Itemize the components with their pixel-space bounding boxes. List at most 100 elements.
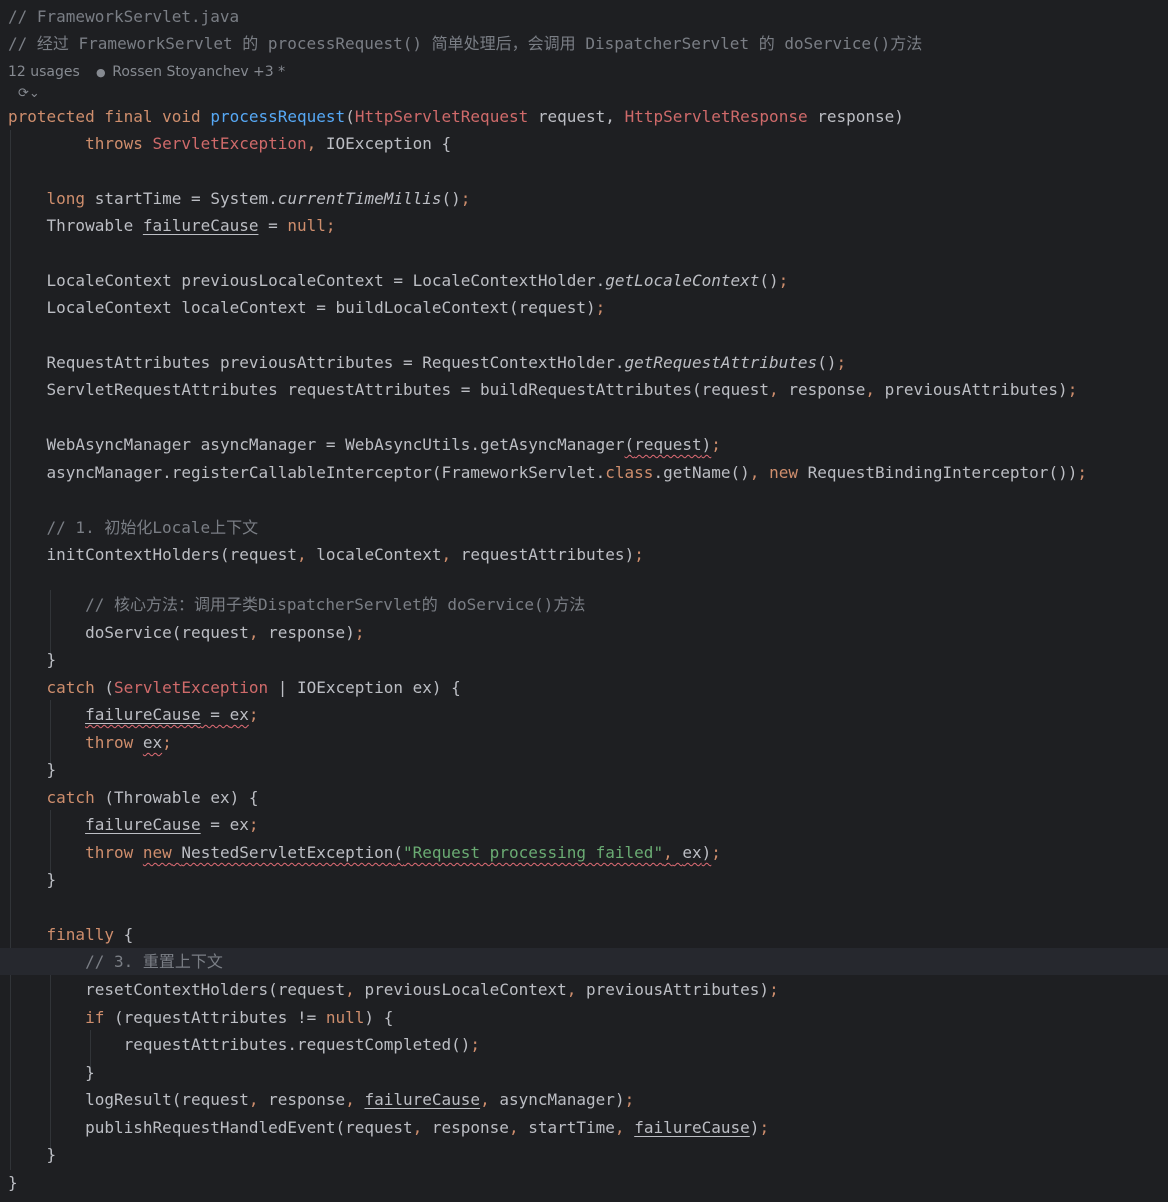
code-line-request-completed[interactable]: requestAttributes.requestCompleted(); xyxy=(8,1031,480,1058)
code-line-locale-context[interactable]: LocaleContext localeContext = buildLocal… xyxy=(8,294,606,321)
code-line-if[interactable]: if (requestAttributes != null) { xyxy=(8,1004,393,1031)
identifier: previousAttributes xyxy=(884,380,1059,399)
identifier: ex xyxy=(412,678,432,697)
identifier: response xyxy=(268,623,346,642)
identifier: failureCause xyxy=(364,1090,481,1109)
code-line-comment-step3[interactable]: // 3. 重置上下文 xyxy=(8,948,223,975)
code-line-catch-servlet[interactable]: catch (ServletException | IOException ex… xyxy=(8,674,461,701)
identifier: startTime xyxy=(94,189,182,208)
identifier: request xyxy=(277,980,346,999)
code-line-assign-failure-1[interactable]: failureCause = ex; xyxy=(8,701,258,728)
code-line-request-attrs[interactable]: ServletRequestAttributes requestAttribut… xyxy=(8,376,1078,403)
code-line-init-holders[interactable]: initContextHolders(request, localeContex… xyxy=(8,541,644,568)
keyword: if xyxy=(85,1008,105,1027)
identifier: failureCause xyxy=(142,216,259,235)
keyword: throw xyxy=(85,733,134,752)
type-name: System xyxy=(210,189,269,208)
type-name: NestedServletException xyxy=(181,843,394,862)
code-line-close-method[interactable]: } xyxy=(8,1169,18,1196)
code-line-comment-step1[interactable]: // 1. 初始化Locale上下文 xyxy=(8,514,259,541)
keyword: protected xyxy=(8,107,95,126)
keyword: null xyxy=(325,1008,365,1027)
usages-link[interactable]: 12 usages xyxy=(8,64,80,80)
method-call: getAsyncManager xyxy=(480,435,625,454)
type-name: RequestBindingInterceptor xyxy=(807,463,1049,482)
code-line-finally[interactable]: finally { xyxy=(8,921,134,948)
identifier: ex xyxy=(142,733,163,752)
identifier: request xyxy=(701,380,770,399)
type-name: FrameworkServlet xyxy=(441,463,596,482)
identifier: localeContext xyxy=(316,545,442,564)
type-name: ServletException xyxy=(152,134,307,153)
code-line-2[interactable]: // 经过 FrameworkServlet 的 processRequest(… xyxy=(8,30,922,57)
keyword: throw xyxy=(85,843,134,862)
code-line-failure-cause[interactable]: Throwable failureCause = null; xyxy=(8,212,336,239)
keyword: final xyxy=(104,107,153,126)
identifier: ex xyxy=(682,843,702,862)
code-vision-hints: 12 usages ● Rossen Stoyanchev +3 * xyxy=(8,61,285,83)
code-line-prev-attrs[interactable]: RequestAttributes previousAttributes = R… xyxy=(8,349,847,376)
type-name: IOException xyxy=(297,678,403,697)
code-line-assign-failure-2[interactable]: failureCause = ex; xyxy=(8,811,258,838)
type-name: LocaleContextHolder xyxy=(412,271,596,290)
type-name: IOException xyxy=(325,134,432,153)
code-editor[interactable]: // FrameworkServlet.java // 经过 Framework… xyxy=(0,0,1168,1202)
identifier: localeContext xyxy=(181,298,307,317)
method-call: buildLocaleContext xyxy=(335,298,509,317)
code-line-close-finally[interactable]: } xyxy=(8,1141,57,1168)
identifier: request xyxy=(229,545,297,564)
keyword: catch xyxy=(46,678,95,697)
code-line-reset-holders[interactable]: resetContextHolders(request, previousLoc… xyxy=(8,976,779,1003)
code-line-register-interceptor[interactable]: asyncManager.registerCallableInterceptor… xyxy=(8,459,1087,486)
method-call: publishRequestHandledEvent xyxy=(85,1118,336,1137)
code-line-close-if[interactable]: } xyxy=(8,1059,95,1086)
identifier: asyncManager xyxy=(200,435,317,454)
file-name-comment: // FrameworkServlet.java xyxy=(8,7,240,26)
identifier: ex xyxy=(229,705,249,724)
type-name: ServletException xyxy=(113,678,269,697)
code-line-comment-core[interactable]: // 核心方法：调用子类DispatcherServlet的 doService… xyxy=(8,591,585,618)
keyword: void xyxy=(162,107,201,126)
type-name: WebAsyncManager xyxy=(46,435,192,454)
code-line-method-signature[interactable]: protected final void processRequest(Http… xyxy=(8,103,904,130)
identifier: request xyxy=(537,107,606,126)
identifier: ex xyxy=(229,815,249,834)
identifier: request xyxy=(181,623,249,642)
code-line-start-time[interactable]: long startTime = System.currentTimeMilli… xyxy=(8,185,471,212)
code-line-close-catch-2[interactable]: } xyxy=(8,866,57,893)
code-line-do-service[interactable]: doService(request, response); xyxy=(8,619,364,646)
person-icon: ● xyxy=(96,66,106,79)
identifier: requestAttributes xyxy=(123,1035,288,1054)
identifier: request xyxy=(181,1090,249,1109)
code-line-async-manager[interactable]: WebAsyncManager asyncManager = WebAsyncU… xyxy=(8,431,721,458)
code-line-throws[interactable]: throws ServletException, IOException { xyxy=(8,130,451,157)
code-line-throw-ex[interactable]: throw ex; xyxy=(8,729,172,756)
type-name: ServletRequestAttributes xyxy=(46,380,278,399)
identifier: requestAttributes xyxy=(123,1008,288,1027)
author-link[interactable]: Rossen Stoyanchev +3 * xyxy=(112,64,285,80)
type-name: LocaleContext xyxy=(46,298,172,317)
code-line-publish-event[interactable]: publishRequestHandledEvent(request, resp… xyxy=(8,1114,769,1141)
code-line-prev-locale[interactable]: LocaleContext previousLocaleContext = Lo… xyxy=(8,267,789,294)
identifier: previousAttributes xyxy=(586,980,760,999)
identifier: previousAttributes xyxy=(219,353,394,372)
code-line-close-catch-1[interactable]: } xyxy=(8,756,57,783)
ai-assistant-icon[interactable]: ⟳⌄ xyxy=(18,84,48,104)
type-name: HttpServletRequest xyxy=(354,107,529,126)
code-line-catch-throwable[interactable]: catch (Throwable ex) { xyxy=(8,784,259,811)
type-name: Throwable xyxy=(113,788,201,807)
code-line-throw-nested[interactable]: throw new NestedServletException("Reques… xyxy=(8,839,721,866)
code-line-1[interactable]: // FrameworkServlet.java xyxy=(8,3,239,30)
type-name: Throwable xyxy=(46,216,134,235)
method-call: doService xyxy=(85,623,172,642)
keyword: throws xyxy=(85,134,143,153)
code-line-log-result[interactable]: logResult(request, response, failureCaus… xyxy=(8,1086,634,1113)
method-call: buildRequestAttributes xyxy=(480,380,692,399)
code-line-close-try[interactable]: } xyxy=(8,646,57,673)
identifier: requestAttributes xyxy=(460,545,625,564)
identifier: response xyxy=(431,1118,509,1137)
method-call: registerCallableInterceptor xyxy=(171,463,432,482)
keyword: finally xyxy=(46,925,114,944)
string-literal: "Request processing failed" xyxy=(402,843,664,862)
keyword: new xyxy=(769,463,798,482)
